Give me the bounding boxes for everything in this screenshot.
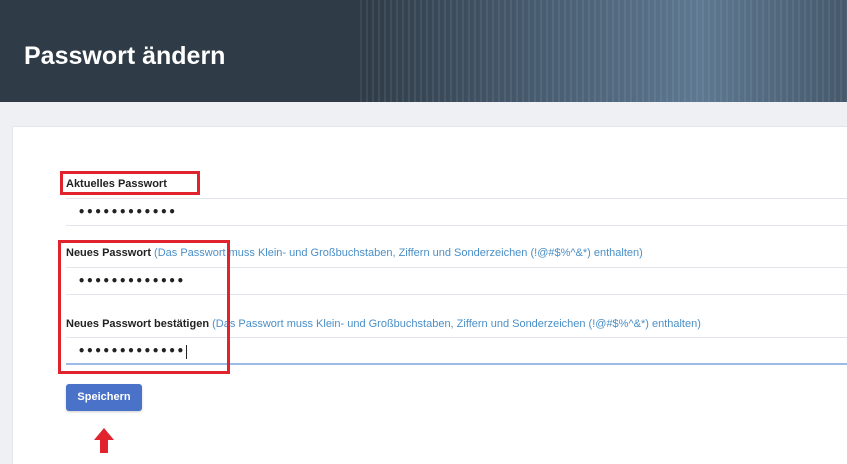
annotation-arrow-stem xyxy=(100,439,108,453)
annotation-box-new-passwords xyxy=(58,240,230,374)
save-button[interactable]: Speichern xyxy=(66,384,142,411)
header-background-image xyxy=(360,0,847,102)
page-header: Passwort ändern xyxy=(0,0,847,102)
confirm-password-hint: (Das Passwort muss Klein- und Großbuchst… xyxy=(212,318,701,330)
page-title: Passwort ändern xyxy=(24,42,226,70)
annotation-box-current-label xyxy=(60,171,200,195)
current-password-input[interactable]: •••••••••••• xyxy=(66,198,847,226)
